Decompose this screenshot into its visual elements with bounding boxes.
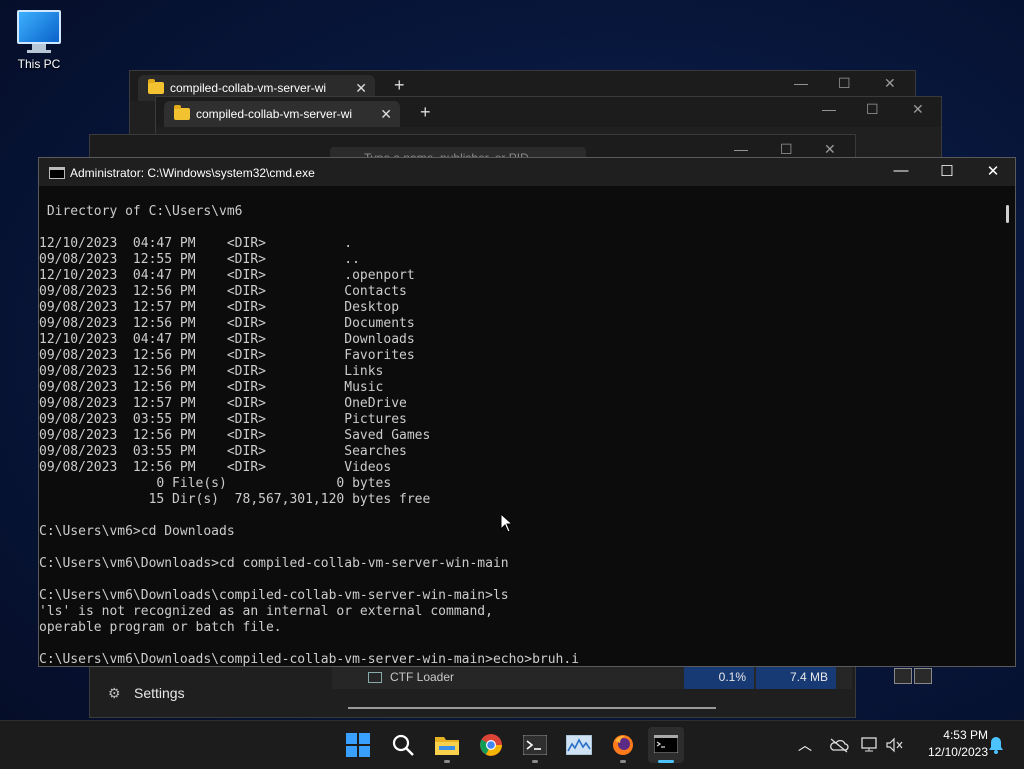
list-view-icon[interactable]: [894, 668, 912, 684]
folder-icon: [148, 79, 164, 94]
cmd-titlebar[interactable]: Administrator: C:\Windows\system32\cmd.e…: [39, 158, 1015, 186]
windows-logo-icon: [346, 733, 370, 757]
maximize-button[interactable]: ☐: [866, 101, 879, 118]
desktop-icon-label: This PC: [17, 57, 61, 71]
terminal-line: Directory of C:\Users\vm6: [39, 204, 243, 219]
folder-icon: [174, 105, 190, 120]
process-cpu: 0.1%: [684, 665, 754, 689]
onedrive-offline-icon[interactable]: [829, 737, 849, 753]
terminal-line: C:\Users\vm6\Downloads>cd compiled-colla…: [39, 556, 509, 571]
cmd-icon: [654, 735, 678, 753]
process-memory: 7.4 MB: [756, 665, 836, 689]
maximize-button[interactable]: ☐: [925, 162, 969, 180]
maximize-button[interactable]: ☐: [780, 141, 793, 158]
process-row[interactable]: CTF Loader 0.1% 7.4 MB: [332, 665, 852, 689]
window-title: Administrator: C:\Windows\system32\cmd.e…: [70, 166, 315, 180]
clock-time: 4:53 PM: [943, 728, 988, 742]
terminal-line: 09/08/2023 12:56 PM <DIR> Saved Games: [39, 428, 431, 443]
terminal-line: 09/08/2023 12:57 PM <DIR> Desktop: [39, 300, 400, 315]
explorer-tab[interactable]: compiled-collab-vm-server-wi ✕: [164, 101, 400, 127]
new-tab-button[interactable]: +: [394, 75, 405, 96]
terminal-line: C:\Users\vm6>cd Downloads: [39, 524, 235, 539]
notification-bell-icon[interactable]: [988, 736, 1004, 754]
terminal-output[interactable]: Directory of C:\Users\vm6 12/10/2023 04:4…: [39, 186, 997, 666]
firefox-icon: [613, 735, 633, 755]
taskbar: ︿ 4:53 PM 12/10/2023: [0, 720, 1024, 769]
terminal-line: 0 File(s) 0 bytes: [39, 476, 392, 491]
tab-title: compiled-collab-vm-server-wi: [196, 107, 353, 121]
resource-monitor-button[interactable]: [561, 727, 597, 763]
terminal-line: 09/08/2023 12:56 PM <DIR> Documents: [39, 316, 415, 331]
chrome-button[interactable]: [473, 727, 509, 763]
task-manager-bottom: ⚙ Settings CTF Loader 0.1% 7.4 MB: [90, 664, 854, 717]
cmd-taskbar-button[interactable]: [648, 727, 684, 763]
terminal-line: 09/08/2023 12:56 PM <DIR> Favorites: [39, 348, 415, 363]
terminal-icon: [523, 735, 547, 755]
minimize-button[interactable]: —: [822, 101, 836, 117]
file-explorer-icon: [435, 737, 459, 755]
minimize-button[interactable]: —: [879, 162, 923, 179]
gear-icon: ⚙: [108, 685, 121, 701]
horizontal-scrollbar[interactable]: [348, 707, 716, 709]
close-tab-icon[interactable]: ✕: [380, 101, 392, 127]
terminal-line: 09/08/2023 12:57 PM <DIR> OneDrive: [39, 396, 407, 411]
tab-title: compiled-collab-vm-server-wi: [170, 81, 327, 95]
close-button[interactable]: ✕: [884, 75, 896, 92]
chevron-up-icon[interactable]: ︿: [798, 735, 812, 755]
terminal-line: operable program or batch file.: [39, 620, 282, 635]
search-icon: [392, 734, 414, 756]
volume-muted-icon[interactable]: [886, 737, 904, 753]
tile-view-icon[interactable]: [914, 668, 932, 684]
mouse-cursor-icon: [500, 513, 514, 533]
close-button[interactable]: ✕: [971, 162, 1015, 180]
process-icon: [368, 672, 382, 683]
chrome-icon: [480, 734, 502, 756]
terminal-line: 09/08/2023 12:56 PM <DIR> Links: [39, 364, 384, 379]
maximize-button[interactable]: ☐: [838, 75, 851, 92]
close-button[interactable]: ✕: [912, 101, 924, 118]
clock[interactable]: 4:53 PM 12/10/2023: [928, 727, 988, 761]
view-toggle[interactable]: [894, 668, 938, 686]
terminal-button[interactable]: [517, 727, 553, 763]
file-explorer-button[interactable]: [429, 727, 465, 763]
terminal-line: 09/08/2023 03:55 PM <DIR> Pictures: [39, 412, 407, 427]
vertical-scrollbar-thumb[interactable]: [1006, 205, 1009, 223]
minimize-button[interactable]: —: [794, 75, 808, 91]
settings-label: Settings: [134, 685, 185, 701]
terminal-line: C:\Users\vm6\Downloads\compiled-collab-v…: [39, 652, 580, 666]
terminal-line: 15 Dir(s) 78,567,301,120 bytes free: [39, 492, 431, 507]
terminal-line: 12/10/2023 04:47 PM <DIR> Downloads: [39, 332, 415, 347]
terminal-line: 09/08/2023 12:56 PM <DIR> Contacts: [39, 284, 407, 299]
terminal-line: 09/08/2023 03:55 PM <DIR> Searches: [39, 444, 407, 459]
terminal-line: 'ls' is not recognized as an internal or…: [39, 604, 493, 619]
network-icon[interactable]: [861, 737, 879, 753]
computer-icon: [17, 10, 61, 44]
terminal-line: 09/08/2023 12:56 PM <DIR> Music: [39, 380, 384, 395]
resource-monitor-icon: [566, 735, 592, 755]
cmd-icon: [49, 167, 65, 179]
close-button[interactable]: ✕: [824, 141, 836, 158]
firefox-button[interactable]: [605, 727, 641, 763]
terminal-line: 12/10/2023 04:47 PM <DIR> .: [39, 236, 353, 251]
start-button[interactable]: [340, 727, 376, 763]
process-name: CTF Loader: [390, 670, 455, 684]
terminal-line: C:\Users\vm6\Downloads\compiled-collab-v…: [39, 588, 509, 603]
terminal-line: 12/10/2023 04:47 PM <DIR> .openport: [39, 268, 415, 283]
this-pc-desktop-icon[interactable]: This PC: [12, 10, 66, 71]
terminal-line: 09/08/2023 12:56 PM <DIR> Videos: [39, 460, 392, 475]
new-tab-button[interactable]: +: [420, 102, 431, 123]
clock-date: 12/10/2023: [927, 745, 988, 759]
search-button[interactable]: [385, 727, 421, 763]
minimize-button[interactable]: —: [734, 141, 748, 157]
cmd-window[interactable]: Administrator: C:\Windows\system32\cmd.e…: [38, 157, 1016, 667]
terminal-line: 09/08/2023 12:55 PM <DIR> ..: [39, 252, 360, 267]
settings-button[interactable]: ⚙ Settings: [108, 685, 185, 702]
